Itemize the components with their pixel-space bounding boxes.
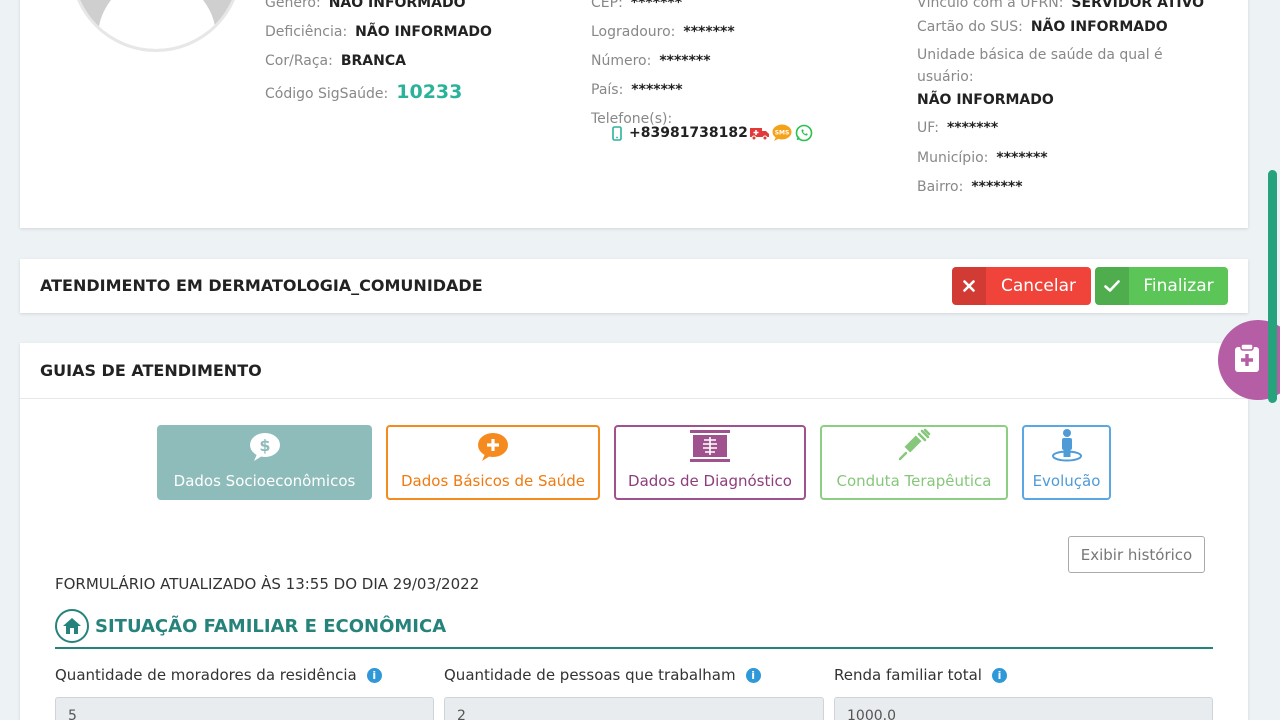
cep-label: CEP: xyxy=(591,0,623,11)
cor-value: BRANCA xyxy=(340,53,406,69)
renda-input[interactable]: 1000.0 xyxy=(834,697,1213,720)
unidade-value-field: NÃO INFORMADO xyxy=(917,92,1054,108)
numero-field: Número: ******* xyxy=(591,53,711,69)
info-icon[interactable]: i xyxy=(991,667,1007,683)
tab-label: Dados Básicos de Saúde xyxy=(401,472,585,490)
attendance-header: ATENDIMENTO EM DERMATOLOGIA_COMUNIDADE C… xyxy=(20,259,1248,313)
moradores-input[interactable]: 5 xyxy=(55,697,434,720)
patient-info-card: Gênero: NÃO INFORMADO Deficiência: NÃO INF… xyxy=(20,0,1248,228)
pais-value: ******* xyxy=(631,82,683,98)
unidade-value: NÃO INFORMADO xyxy=(917,92,1054,108)
moradores-label-text: Quantidade de moradores da residência xyxy=(55,666,357,684)
avatar xyxy=(70,0,242,52)
bairro-field: Bairro: ******* xyxy=(917,179,1023,195)
sus-value: NÃO INFORMADO xyxy=(1030,19,1168,35)
trabalham-label: Quantidade de pessoas que trabalham i xyxy=(444,666,761,684)
section-title: SITUAÇÃO FAMILIAR E ECONÔMICA xyxy=(95,615,447,637)
cor-label: Cor/Raça: xyxy=(265,53,333,69)
history-button[interactable]: Exibir histórico xyxy=(1068,536,1205,573)
bairro-label: Bairro: xyxy=(917,179,964,195)
sus-label: Cartão do SUS: xyxy=(917,19,1023,35)
tab-evolucao[interactable]: Evolução xyxy=(1022,425,1111,500)
codigo-field: Código SigSaúde: 10233 xyxy=(265,81,462,103)
vinculo-value: SERVIDOR ATIVO xyxy=(1071,0,1205,11)
info-icon[interactable]: i xyxy=(745,667,761,683)
mobile-phone-icon xyxy=(607,123,627,143)
finish-label: Finalizar xyxy=(1143,276,1214,296)
section-header: SITUAÇÃO FAMILIAR E ECONÔMICA xyxy=(55,605,1213,649)
pais-label: País: xyxy=(591,82,624,98)
municipio-label: Município: xyxy=(917,150,989,166)
sus-field: Cartão do SUS: NÃO INFORMADO xyxy=(917,19,1168,35)
deficiencia-value: NÃO INFORMADO xyxy=(355,24,492,40)
cor-field: Cor/Raça: BRANCA xyxy=(265,53,406,69)
trabalham-input[interactable]: 2 xyxy=(444,697,824,720)
cancel-label: Cancelar xyxy=(1001,276,1076,296)
guides-title: GUIAS DE ATENDIMENTO xyxy=(40,361,262,380)
vinculo-label: Vínculo com a UFRN: xyxy=(917,0,1064,11)
money-icon: $ xyxy=(248,432,282,466)
uf-label: UF: xyxy=(917,120,939,136)
municipio-value: ******* xyxy=(996,150,1048,166)
xray-icon xyxy=(690,430,730,466)
scrollbar[interactable] xyxy=(1268,170,1277,403)
person-progress-icon xyxy=(1051,428,1083,466)
bairro-value: ******* xyxy=(971,179,1023,195)
guides-header: GUIAS DE ATENDIMENTO xyxy=(20,343,1248,399)
tab-dados-socioeconomicos[interactable]: $ Dados Socioeconômicos xyxy=(157,425,372,500)
renda-label: Renda familiar total i xyxy=(834,666,1007,684)
svg-text:SMS: SMS xyxy=(775,130,790,137)
trabalham-label-text: Quantidade de pessoas que trabalham xyxy=(444,666,736,684)
tab-dados-diagnostico[interactable]: Dados de Diagnóstico xyxy=(614,425,806,500)
pais-field: País: ******* xyxy=(591,82,683,98)
tab-dados-basicos-saude[interactable]: Dados Básicos de Saúde xyxy=(386,425,600,500)
home-icon xyxy=(55,609,89,643)
cep-field: CEP: ******* xyxy=(591,0,682,11)
uf-value: ******* xyxy=(946,120,999,136)
genero-field: Gênero: NÃO INFORMADO xyxy=(265,0,465,11)
deficiencia-label: Deficiência: xyxy=(265,24,348,40)
tab-conduta-terapeutica[interactable]: Conduta Terapêutica xyxy=(820,425,1008,500)
clipboard-medical-icon xyxy=(1234,343,1260,377)
deficiencia-field: Deficiência: NÃO INFORMADO xyxy=(265,24,492,40)
unidade-label: Unidade básica de saúde da qual é usuári… xyxy=(917,47,1163,85)
renda-label-text: Renda familiar total xyxy=(834,666,982,684)
form-updated-text: FORMULÁRIO ATUALIZADO ÀS 13:55 DO DIA 29… xyxy=(55,575,480,593)
finish-button[interactable]: Finalizar xyxy=(1095,267,1228,305)
syringe-icon xyxy=(897,428,931,466)
codigo-label: Código SigSaúde: xyxy=(265,86,389,102)
ambulance-icon[interactable] xyxy=(750,123,770,143)
unidade-field: Unidade básica de saúde da qual é usuári… xyxy=(917,44,1197,88)
tab-label: Conduta Terapêutica xyxy=(836,472,992,490)
attendance-title: ATENDIMENTO EM DERMATOLOGIA_COMUNIDADE xyxy=(40,276,483,295)
cancel-button[interactable]: Cancelar xyxy=(952,267,1091,305)
numero-value: ******* xyxy=(659,53,711,69)
municipio-field: Município: ******* xyxy=(917,150,1048,166)
medical-chat-icon xyxy=(476,432,510,466)
tab-label: Evolução xyxy=(1032,472,1101,490)
codigo-value: 10233 xyxy=(396,81,463,103)
sms-icon[interactable]: SMS xyxy=(772,123,792,143)
logradouro-label: Logradouro: xyxy=(591,24,676,40)
numero-label: Número: xyxy=(591,53,652,69)
svg-text:$: $ xyxy=(259,436,270,455)
info-icon[interactable]: i xyxy=(366,667,382,683)
genero-label: Gênero: xyxy=(265,0,321,11)
tab-label: Dados Socioeconômicos xyxy=(173,472,356,490)
tab-label: Dados de Diagnóstico xyxy=(628,472,792,490)
vinculo-field: Vínculo com a UFRN: SERVIDOR ATIVO xyxy=(917,0,1204,11)
logradouro-field: Logradouro: ******* xyxy=(591,24,735,40)
check-icon xyxy=(1095,267,1129,305)
guides-card: GUIAS DE ATENDIMENTO $ Dados Socioeconôm… xyxy=(20,343,1248,720)
phone-row: +83981738182 SMS xyxy=(607,123,814,143)
logradouro-value: ******* xyxy=(683,24,735,40)
whatsapp-icon[interactable] xyxy=(794,123,814,143)
moradores-label: Quantidade de moradores da residência i xyxy=(55,666,382,684)
close-icon xyxy=(952,267,986,305)
phone-number: +83981738182 xyxy=(629,125,748,141)
uf-field: UF: ******* xyxy=(917,120,998,136)
cep-value: ******* xyxy=(630,0,683,11)
genero-value: NÃO INFORMADO xyxy=(328,0,466,11)
